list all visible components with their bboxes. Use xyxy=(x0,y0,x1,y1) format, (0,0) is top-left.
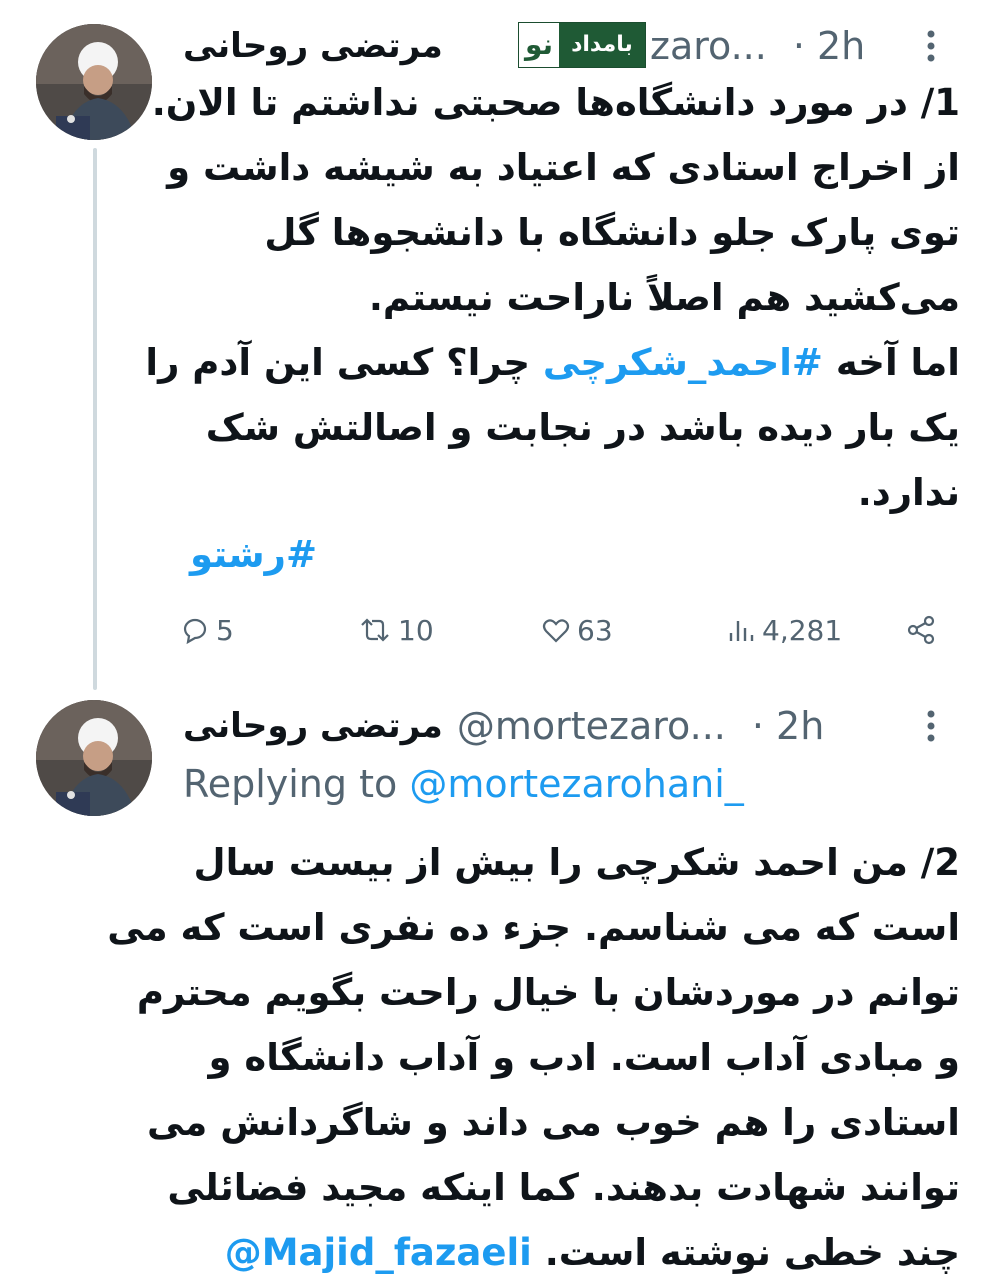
body-line: استادی را هم خوب می داند و شاگردانش می xyxy=(146,1101,960,1144)
tweet-actions: 5 10 63 4,281 xyxy=(0,605,987,655)
author-avatar[interactable] xyxy=(36,700,152,816)
more-options-icon[interactable] xyxy=(916,706,946,746)
avatar-photo xyxy=(36,700,152,816)
news-badge: نو بامداد xyxy=(518,22,646,68)
body-line: ندارد. xyxy=(857,471,960,514)
mention-link[interactable]: @Majid_fazaeli xyxy=(225,1231,532,1274)
replying-handle-link[interactable]: @mortezarohani_ xyxy=(409,762,743,806)
reply-icon xyxy=(183,618,207,645)
author-handle[interactable]: @mortezaro... xyxy=(457,704,726,748)
body-line: می‌کشید هم اصلاً ناراحت نیستم. xyxy=(368,276,960,319)
like-button[interactable]: 63 xyxy=(541,605,613,655)
tweet-header: مرتضی روحانی @mortezaro... · 2h xyxy=(183,696,824,756)
more-options-icon[interactable] xyxy=(916,26,946,66)
tweet-body: 1/ در مورد دانشگاه‌ها صحبتی نداشتم تا ال… xyxy=(145,70,960,525)
tweet-header: مرتضی روحانی xyxy=(183,16,443,76)
author-avatar[interactable] xyxy=(36,24,152,140)
heart-icon xyxy=(542,619,570,643)
tweet-time[interactable]: · 2h xyxy=(752,704,824,748)
author-handle[interactable]: zaro... xyxy=(650,24,767,68)
body-line: توانند شهادت بدهند. کما اینکه مجید فضائل… xyxy=(167,1166,960,1209)
body-line: یک بار دیده باشد در نجابت و اصالتش شک xyxy=(205,406,960,449)
like-count: 63 xyxy=(577,613,613,647)
reply-count: 5 xyxy=(216,613,234,647)
inline-hashtag-link[interactable]: #احمد_شکرچی xyxy=(543,341,823,384)
hashtag-link[interactable]: #رشتو xyxy=(190,533,317,576)
tweet-meta: zaro... · 2h xyxy=(650,16,865,76)
body-line: است که می شناسم. جزء ده نفری است که می xyxy=(107,906,960,949)
reply-button[interactable]: 5 xyxy=(180,605,234,655)
tweet-time[interactable]: · 2h xyxy=(793,24,865,68)
retweet-icon xyxy=(361,618,389,642)
author-name[interactable]: مرتضی روحانی xyxy=(183,706,443,746)
analytics-icon xyxy=(729,621,754,641)
body-line: و مبادی آداب است. ادب و آداب دانشگاه و xyxy=(208,1036,960,1079)
author-name[interactable]: مرتضی روحانی xyxy=(183,26,443,66)
retweet-count: 10 xyxy=(398,613,434,647)
replying-label: Replying to xyxy=(183,762,398,806)
tweet-body: 2/ من احمد شکرچی را بیش از بیست سال است … xyxy=(107,830,960,1285)
retweet-button[interactable]: 10 xyxy=(358,605,434,655)
body-line: چند خطی نوشته است. xyxy=(544,1231,960,1274)
views-count: 4,281 xyxy=(762,613,843,647)
body-hashtag-line: اما آخه #احمد_شکرچی چرا؟ کسی این آدم را xyxy=(145,341,960,384)
body-line: 2/ من احمد شکرچی را بیش از بیست سال xyxy=(193,841,960,884)
body-line: 1/ در مورد دانشگاه‌ها صحبتی نداشتم تا ال… xyxy=(151,81,960,124)
body-line-with-hashtag: اما آخه #احمد_شکرچی چرا؟ کسی این آدم را xyxy=(145,330,960,395)
share-icon xyxy=(907,615,935,645)
badge-main: بامداد xyxy=(559,23,645,67)
body-line: توانم در موردشان با خیال راحت بگویم محتر… xyxy=(136,971,960,1014)
body-line-with-mention: چند خطی نوشته است. @Majid_fazaeli xyxy=(170,1220,960,1285)
tweet-hashtag-line: #رشتو xyxy=(177,522,317,587)
share-button[interactable] xyxy=(905,605,937,655)
views-button[interactable]: 4,281 xyxy=(726,605,842,655)
badge-prefix: نو xyxy=(519,23,560,67)
body-line: توی پارک جلو دانشگاه با دانشجوها گل xyxy=(264,211,960,254)
body-line: از اخراج استادی که اعتیاد به شیشه داشت و xyxy=(167,146,960,189)
replying-to: Replying to @mortezarohani_ xyxy=(183,762,744,806)
avatar-photo xyxy=(36,24,152,140)
